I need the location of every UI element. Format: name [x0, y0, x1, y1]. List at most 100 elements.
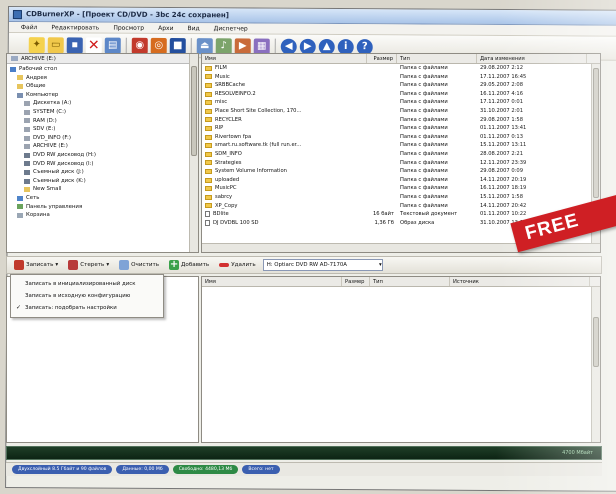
device-select[interactable]: H: Optiarc DVD RW AD-7170A ▾ — [262, 259, 383, 271]
file-row[interactable]: smart.ru.software.tk (full run.er... Папк… — [202, 141, 600, 150]
file-row[interactable]: Rivertown fpa Папка с файлами 01.11.2007 0… — [202, 133, 600, 142]
save-icon[interactable]: ▪ — [66, 36, 83, 53]
file-size — [367, 116, 397, 125]
folder-icon — [205, 117, 212, 123]
tree-item-new-small[interactable]: New Small — [10, 185, 198, 194]
window-icon[interactable]: ▤ — [104, 37, 121, 54]
tree-item-drive-archive[interactable]: ARCHIVE (E:) — [10, 142, 198, 151]
tree-item-removable-j[interactable]: Съемный диск (J:) — [10, 168, 198, 177]
write-button[interactable]: Записать ▾ — [11, 258, 61, 272]
file-row[interactable]: MusicPC Папка с файлами 16.11.2007 18:19 — [202, 184, 600, 193]
tree-item-control-panel[interactable]: Панель управления — [10, 203, 198, 212]
file-row[interactable]: XP_Copy Папка с файлами 14.11.2007 20:42 — [202, 202, 600, 211]
menu-manager[interactable]: Диспетчер — [214, 25, 248, 32]
file-size — [367, 64, 397, 73]
scroll-thumb[interactable] — [593, 68, 599, 198]
file-name: SDM_INFO — [215, 150, 242, 157]
add-button[interactable]: + Добавить — [166, 258, 212, 272]
file-icon — [205, 211, 210, 218]
menu-view[interactable]: Просмотр — [113, 24, 144, 31]
file-row[interactable]: SRBBCache Папка с файлами 29.05.2007 2:08 — [202, 81, 600, 90]
checkmark-icon: ✓ — [16, 304, 22, 311]
compilation-scrollbar[interactable] — [591, 287, 600, 442]
scroll-thumb[interactable] — [593, 317, 599, 367]
file-row[interactable]: misc Папка с файлами 17.11.2007 0:01 — [202, 98, 600, 107]
col-source[interactable]: Источник — [450, 277, 590, 286]
erase-button[interactable]: Стереть ▾ — [65, 258, 112, 272]
drive-selector[interactable]: ARCHIVE (E:) ▼ — [7, 54, 198, 64]
col-type[interactable]: Тип — [370, 277, 450, 286]
file-date: 01.11.2007 13:41 — [480, 125, 527, 132]
file-size — [367, 150, 397, 159]
file-row[interactable]: RECYCLER Папка с файлами 29.08.2007 1:58 — [202, 116, 600, 125]
eject-icon[interactable]: ⏏ — [196, 37, 213, 54]
col-name[interactable]: Имя — [202, 277, 342, 286]
menu-edit[interactable]: Редактировать — [51, 24, 99, 31]
open-folder-icon[interactable]: ▭ — [47, 36, 64, 53]
folder-icon — [205, 82, 212, 88]
scroll-thumb[interactable] — [191, 66, 197, 156]
disc-icon[interactable]: ■ — [169, 37, 186, 54]
file-row[interactable]: sabrcy Папка с файлами 15.11.2007 1:58 — [202, 193, 600, 202]
file-date: 14.11.2007 20:19 — [480, 176, 527, 183]
tree-item-drive-d[interactable]: RAM (D:) — [10, 117, 198, 126]
write-menu-item[interactable]: Записать в инициализированный диск — [11, 278, 163, 290]
file-row[interactable]: SDM_INFO Папка с файлами 28.08.2007 2:21 — [202, 150, 600, 159]
tree-item-recycle-bin[interactable]: Корзина — [10, 211, 198, 220]
video-icon[interactable]: ▶ — [234, 37, 251, 54]
burn-icon[interactable]: ◉ — [131, 37, 148, 54]
file-row[interactable]: RIP Папка с файлами 01.11.2007 13:41 — [202, 124, 600, 133]
menu-display[interactable]: Вид — [187, 25, 199, 32]
file-row[interactable]: System Volume Information Папка с файлами… — [202, 167, 600, 176]
tree-item-drive-e[interactable]: SDV (E:) — [10, 125, 198, 134]
tree-item-network[interactable]: Сеть — [10, 194, 198, 203]
file-name-cell: MusicPC — [202, 184, 367, 193]
col-name[interactable]: Имя — [202, 54, 367, 63]
file-row[interactable]: uploaded Папка с файлами 14.11.2007 20:19 — [202, 176, 600, 185]
file-row[interactable]: Place Short Site Collection, 170... Папка… — [202, 107, 600, 116]
tree-item-user[interactable]: Андрея — [10, 74, 198, 83]
tree-item-dvd-i[interactable]: DVD RW дисковод (I:) — [10, 160, 198, 169]
compilation-toolbar: Записать ▾ Стереть ▾ Очистить + Добавить… — [6, 256, 602, 274]
write-menu-item[interactable]: ✓ Записать: подобрать настройки — [11, 302, 163, 314]
file-name-cell: XP_Copy — [202, 202, 367, 211]
file-row[interactable]: Music Папка с файлами 17.11.2007 16:45 — [202, 73, 600, 82]
menu-archive[interactable]: Архи — [158, 24, 173, 31]
file-row[interactable]: FILM Папка с файлами 29.08.2007 2:12 — [202, 64, 600, 73]
new-compilation-icon[interactable]: ✦ — [28, 36, 45, 53]
chevron-down-icon[interactable]: ▾ — [55, 262, 58, 268]
tree-scrollbar[interactable] — [189, 54, 198, 252]
menu-file[interactable]: Файл — [21, 24, 38, 31]
file-name: RECYCLER — [215, 116, 242, 123]
file-type: Папка с файлами — [400, 176, 448, 183]
dvd-drive-icon — [24, 161, 30, 167]
tree-item-dvd-h[interactable]: DVD RW дисковод (H:) — [10, 151, 198, 160]
file-date: 15.11.2007 13:11 — [480, 142, 527, 149]
clear-button[interactable]: Очистить — [116, 258, 162, 272]
image-icon[interactable]: ▦ — [253, 38, 270, 55]
file-date: 16.11.2007 18:19 — [480, 185, 527, 192]
tree-item-drive-a[interactable]: Дискетка (A:) — [10, 99, 198, 108]
chevron-down-icon[interactable]: ▾ — [106, 262, 109, 268]
col-size[interactable]: Размер — [367, 54, 397, 63]
tree-item-drive-f[interactable]: DVD_INFO (F:) — [10, 134, 198, 143]
copy-disc-icon[interactable]: ◎ — [150, 37, 167, 54]
write-menu-item[interactable]: Записать в исходную конфигурацию — [11, 290, 163, 302]
col-date[interactable]: Дата изменения — [477, 54, 587, 63]
tree-item-removable-k[interactable]: Съемный диск (K:) — [10, 177, 198, 186]
file-row[interactable]: Strategies Папка с файлами 12.11.2007 23:3… — [202, 159, 600, 168]
audio-icon[interactable]: ♪ — [215, 37, 232, 54]
status-pill: Свободно: 4480,13 Мб — [172, 465, 239, 474]
tree-item-computer[interactable]: Компьютер — [10, 91, 198, 100]
tree-item-drive-c[interactable]: SYSTEM (C:) — [10, 108, 198, 117]
tree-item-shared[interactable]: Общие — [10, 82, 198, 91]
folder-icon — [205, 91, 212, 97]
col-type[interactable]: Тип — [397, 54, 477, 63]
tree-item-desktop[interactable]: Рабочий стол — [10, 65, 198, 74]
forward-icon[interactable]: ▶ — [299, 38, 316, 55]
back-icon[interactable]: ◀ — [280, 38, 297, 55]
col-size[interactable]: Размер — [342, 277, 370, 286]
delete-icon[interactable]: ✕ — [85, 36, 102, 54]
remove-button[interactable]: Удалить — [216, 258, 258, 272]
file-row[interactable]: RESOLVEINFO.2 Папка с файлами 16.11.2007 4… — [202, 90, 600, 99]
